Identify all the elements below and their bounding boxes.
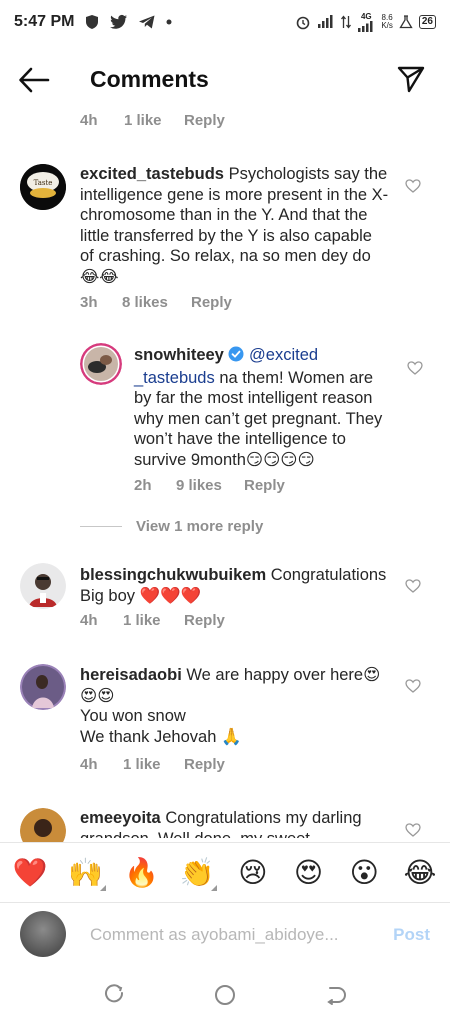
- heart-icon[interactable]: [405, 822, 421, 838]
- paper-plane-icon: [397, 66, 425, 93]
- avatar[interactable]: Taste: [20, 164, 66, 210]
- heart-icon[interactable]: [405, 578, 421, 594]
- comment-username[interactable]: blessingchukwubuikem: [80, 566, 266, 584]
- emoji-surprised-button[interactable]: 😮: [344, 856, 384, 889]
- system-nav-bar: [0, 966, 450, 1024]
- telegram-icon: [138, 14, 156, 30]
- comment-input[interactable]: [90, 921, 360, 949]
- comment-composer: Post: [0, 902, 450, 966]
- skin-tone-indicator: [99, 885, 106, 891]
- comment-text: excited_tastebuds Psychologists say the …: [80, 164, 390, 287]
- view-more-replies-button[interactable]: View 1 more reply: [80, 518, 263, 535]
- avatar[interactable]: [20, 563, 66, 609]
- comment-likes[interactable]: 1 like: [124, 112, 184, 129]
- heart-icon[interactable]: [405, 178, 421, 194]
- share-button[interactable]: [396, 64, 426, 94]
- net-speed: 8.6 K/s: [381, 13, 393, 30]
- post-button[interactable]: Post: [393, 925, 430, 945]
- signal-icon: [317, 15, 335, 29]
- comment-username[interactable]: emeeyoita: [80, 809, 161, 827]
- emoji-heart-button[interactable]: ❤️: [10, 856, 50, 889]
- comment-meta: 2h 9 likes Reply: [134, 477, 285, 494]
- comment-username[interactable]: snowhiteey: [134, 346, 224, 364]
- comment-line: You won snow: [80, 707, 186, 725]
- reply-button[interactable]: Reply: [244, 477, 285, 494]
- reply-button[interactable]: Reply: [191, 294, 232, 311]
- view-more-label: View 1 more reply: [136, 518, 264, 535]
- verified-badge-icon: [228, 346, 244, 368]
- avatar[interactable]: [80, 343, 122, 385]
- comment-likes[interactable]: 9 likes: [176, 477, 244, 494]
- comment-time: 2h: [134, 477, 152, 494]
- comment-likes[interactable]: 1 like: [123, 756, 184, 773]
- network-type: 4G: [357, 12, 375, 32]
- comment-username[interactable]: excited_tastebuds: [80, 165, 224, 183]
- twitter-icon: [110, 14, 128, 30]
- skin-tone-indicator: [211, 885, 218, 891]
- svg-text:Taste: Taste: [34, 179, 53, 187]
- comment-text: emeeyoita Congratulations my darling gra…: [80, 808, 390, 838]
- recent-apps-icon: [105, 984, 124, 1003]
- emoji-heart-eyes-button[interactable]: 😍: [289, 856, 329, 889]
- comment-meta: 3h 8 likes Reply: [80, 294, 232, 311]
- comment-meta: 4h 1 like Reply: [80, 112, 225, 129]
- reply-button[interactable]: Reply: [184, 612, 225, 629]
- comment-text: hereisadaobi We are happy over here😍😍😍 Y…: [80, 665, 395, 747]
- comments-header: Comments: [0, 52, 450, 108]
- avatar[interactable]: [20, 664, 66, 710]
- comment-time: 3h: [80, 294, 98, 311]
- comment-likes[interactable]: 1 like: [123, 612, 184, 629]
- alarm-icon: [295, 14, 311, 30]
- emoji-glyph: 👏: [179, 856, 215, 889]
- comment-text: blessingchukwubuikem Congratulations Big…: [80, 565, 398, 606]
- reply-button[interactable]: Reply: [184, 756, 225, 773]
- arrow-left-icon: [19, 67, 50, 93]
- recent-apps-button[interactable]: [95, 975, 135, 1015]
- reply-button[interactable]: Reply: [184, 112, 225, 129]
- battery-indicator: 26: [418, 15, 436, 29]
- emoji-raised-hands-button[interactable]: 🙌: [66, 856, 106, 891]
- dot-icon: [166, 19, 172, 25]
- status-bar: 5:47 PM 4G 8.6 K/s 26: [0, 0, 450, 44]
- shield-icon: [84, 14, 100, 30]
- quick-emoji-bar: ❤️ 🙌 🔥 👏 😢 😍 😮 😂: [0, 842, 450, 902]
- comment-line: We thank Jehovah 🙏: [80, 727, 242, 746]
- comment-text: snowhiteey @excited _tastebuds na them! …: [134, 345, 392, 470]
- home-button[interactable]: [205, 975, 245, 1015]
- warning-flask-icon: [399, 15, 413, 29]
- page-title: Comments: [90, 66, 209, 92]
- comment-meta: 4h 1 like Reply: [80, 756, 225, 773]
- data-arrows-icon: [341, 15, 352, 29]
- comment-time: 4h: [80, 756, 98, 773]
- home-circle-icon: [215, 985, 235, 1005]
- current-user-avatar: [20, 911, 66, 957]
- comment-meta: 4h 1 like Reply: [80, 612, 225, 629]
- emoji-glyph: 🙌: [68, 856, 104, 889]
- comment-username[interactable]: hereisadaobi: [80, 666, 182, 684]
- emoji-clap-button[interactable]: 👏: [177, 856, 218, 891]
- heart-icon[interactable]: [405, 678, 421, 694]
- comment-body: Psychologists say the intelligence gene …: [80, 165, 389, 286]
- back-nav-icon: [327, 987, 346, 1005]
- back-nav-button[interactable]: [315, 975, 355, 1015]
- clock: 5:47 PM: [14, 13, 75, 30]
- emoji-fire-button[interactable]: 🔥: [121, 856, 161, 889]
- heart-icon[interactable]: [407, 360, 423, 376]
- back-button[interactable]: [18, 66, 50, 94]
- emoji-laughing-button[interactable]: 😂: [400, 856, 440, 889]
- emoji-crying-button[interactable]: 😢: [233, 856, 273, 889]
- comment-likes[interactable]: 8 likes: [122, 294, 191, 311]
- divider: [80, 526, 122, 527]
- comment-time: 4h: [80, 112, 98, 129]
- comment-time: 4h: [80, 612, 98, 629]
